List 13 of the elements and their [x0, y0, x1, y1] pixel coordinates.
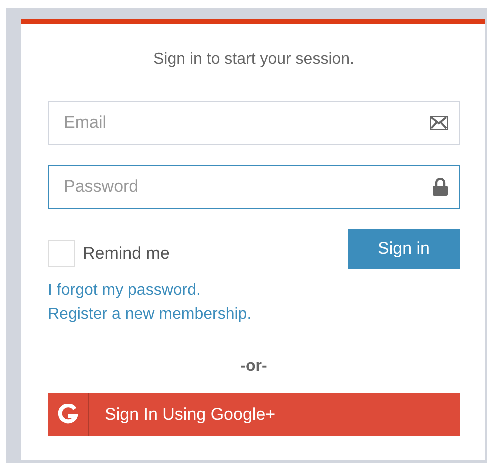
text-link[interactable]: Register a new membership. [48, 303, 252, 327]
lock-icon [433, 178, 448, 196]
divider-text: -or- [240, 357, 268, 377]
envelope-icon [430, 116, 448, 130]
social-sign-in-button[interactable]: Sign In Using Google+ [48, 393, 460, 436]
text-link[interactable]: I forgot my password. [48, 279, 201, 303]
checkbox[interactable] [48, 240, 75, 267]
session-message: Sign in to start your session. [152, 50, 356, 70]
g-logo-icon [57, 404, 79, 426]
email-field[interactable]: Email [48, 101, 460, 145]
checkbox-label: Remind me [83, 242, 170, 265]
sign-in-button[interactable]: Sign in [348, 229, 460, 269]
password-field[interactable]: Password [48, 165, 460, 209]
